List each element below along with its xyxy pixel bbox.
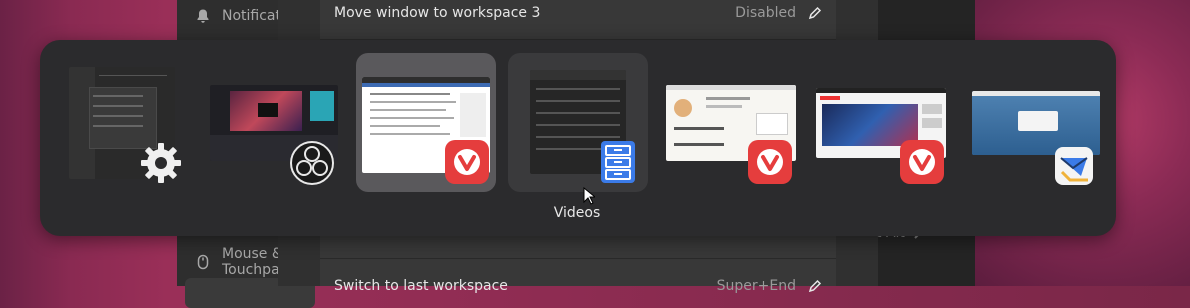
mouse-icon: [195, 254, 211, 270]
shortcut-label: Move window to workspace 3: [334, 5, 541, 21]
row-divider: [320, 258, 836, 259]
shortcut-value: Super+End: [716, 278, 796, 294]
switcher-window-vivaldi-youtube[interactable]: [808, 53, 948, 192]
edit-icon[interactable]: [808, 279, 822, 293]
bell-icon: [195, 8, 211, 24]
shortcut-label: Switch to last workspace: [334, 278, 508, 294]
mouse-cursor-icon: [583, 186, 597, 209]
shortcut-row[interactable]: Switch to last workspace Super+End: [320, 264, 836, 308]
obs-icon: [289, 140, 335, 186]
mail-icon: [1054, 146, 1100, 192]
settings-gear-icon: [138, 140, 184, 186]
switcher-window-vivaldi-canva[interactable]: [656, 53, 796, 192]
switcher-window-settings[interactable]: [58, 53, 198, 192]
vivaldi-icon: [748, 140, 794, 186]
files-icon: [600, 140, 646, 186]
switcher-window-videos[interactable]: [508, 53, 648, 192]
shortcut-row[interactable]: Move window to workspace 3 Disabled: [320, 0, 836, 35]
vivaldi-icon: [900, 140, 946, 186]
vivaldi-icon: [445, 140, 491, 186]
edit-icon[interactable]: [808, 6, 822, 20]
shortcut-value: Disabled: [735, 5, 796, 21]
selected-window-label: Videos: [553, 205, 601, 221]
switcher-window-mail[interactable]: [962, 53, 1102, 192]
switcher-window-vivaldi-document[interactable]: [356, 53, 496, 192]
switcher-window-obs[interactable]: [200, 53, 340, 192]
